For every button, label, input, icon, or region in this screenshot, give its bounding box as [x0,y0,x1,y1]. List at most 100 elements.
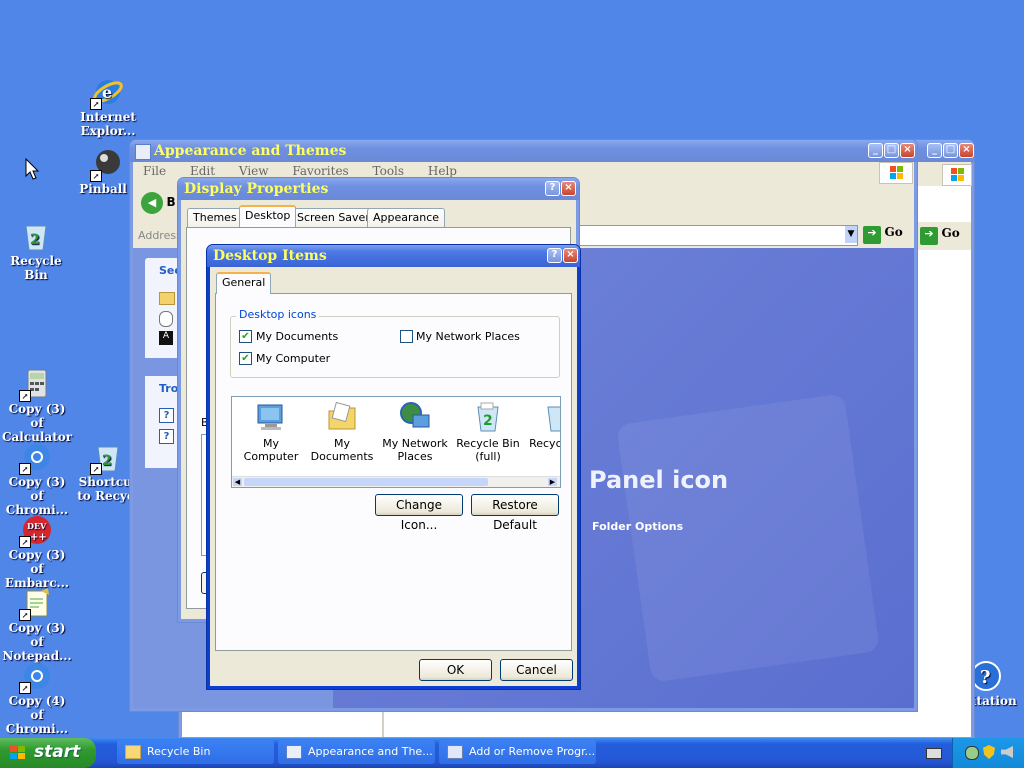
close-button[interactable]: × [959,143,974,158]
network-icon[interactable] [965,746,979,760]
icon-item-recycle-bin-full[interactable]: 2 Recycle Bin (full) [452,401,524,463]
address-dropdown-button[interactable]: ▼ [845,226,857,243]
fonts-icon: A [159,331,173,345]
desktop-icon-calculator[interactable]: ↗ Copy (3) of Calculator [0,368,74,444]
desktop-icon-embarcadero[interactable]: DEV ++ ↗ Copy (3) of Embarc... [0,514,74,590]
recycle-bin-icon: 2 [20,220,52,252]
svg-text:++: ++ [30,532,47,543]
mouse-cursor-icon [25,157,40,183]
volume-icon[interactable] [1001,746,1013,758]
change-icon-button[interactable]: Change Icon... [375,494,463,532]
scroll-left-button[interactable]: ◀ [233,478,242,486]
maximize-button[interactable]: □ [943,143,958,158]
tab-appearance[interactable]: Appearance [367,208,446,227]
ok-button[interactable]: OK [419,659,492,681]
mouse-icon [159,311,173,327]
back-button[interactable]: ◀ B [141,192,176,214]
go-label: Go [884,225,903,239]
taskbar-item-appearance[interactable]: Appearance and The... [278,740,435,764]
icon-item-my-network-places[interactable]: My Network Places [379,401,451,463]
desktop-icon-label: Recycle Bin [10,254,62,282]
svg-text:DEV: DEV [27,521,47,531]
restore-default-button[interactable]: Restore Default [471,494,559,532]
icon-list[interactable]: My Computer My Documents My Network Plac… [231,396,561,488]
menu-help[interactable]: Help [428,164,457,178]
menu-view[interactable]: View [239,164,269,178]
desktop-icon-internet-explorer[interactable]: e ↗ Internet Explor... [70,76,146,138]
scroll-right-button[interactable]: ▶ [548,478,557,486]
horizontal-scrollbar[interactable]: ◀ ▶ [232,476,560,487]
start-button[interactable]: start [0,738,96,768]
maximize-button[interactable]: □ [884,143,899,158]
recycle-bin-full-icon: 2 [472,401,504,433]
desktop-icon-label: Copy (3) of Embarc... [4,548,70,590]
go-button[interactable]: ➔ Go [920,226,970,246]
taskbar-item-label: Appearance and The... [308,745,433,758]
tab-panel: Desktop icons ✔ My Documents My Network … [215,293,572,651]
desktop-icon-chromium-1[interactable]: ↗ Copy (3) of Chromi... [0,441,74,517]
icon-item-my-documents[interactable]: My Documents [306,401,378,463]
title-bar[interactable]: Display Properties ? × [178,178,579,200]
tab-themes[interactable]: Themes [187,208,243,227]
desktop-icons-group [230,316,560,378]
tab-general[interactable]: General [216,272,272,294]
close-button[interactable]: × [563,248,578,263]
recycle-bin-empty-icon [542,401,560,433]
back-arrow-icon: ◀ [141,192,163,214]
menu-file[interactable]: File [143,164,166,178]
my-computer-checkbox[interactable]: ✔ [239,352,252,365]
folder-icon [125,745,141,759]
my-network-places-checkbox[interactable] [400,330,413,343]
folder-icon [286,745,302,759]
help-button[interactable]: ? [547,248,562,263]
icon-item-label: My Documents [310,437,374,463]
chromium-icon: ↗ [19,441,53,475]
security-shield-icon[interactable] [983,745,995,759]
minimize-button[interactable]: _ [927,143,942,158]
close-button[interactable]: × [900,143,915,158]
icon-item-label: Recycle Bin (full) [456,437,520,463]
icon-item-recycle-bin-empty[interactable]: Recyc (em [522,401,561,450]
folder-options-link[interactable]: Folder Options [592,520,683,533]
close-button[interactable]: × [561,181,576,196]
tab-screen-saver[interactable]: Screen Saver [291,208,376,227]
keyboard-icon[interactable] [926,748,942,759]
menu-tools[interactable]: Tools [373,164,405,178]
help-button[interactable]: ? [545,181,560,196]
cancel-button[interactable]: Cancel [500,659,573,681]
system-tray [952,738,1024,768]
chromium-icon: ↗ [19,660,53,694]
desktop-icon-notepad[interactable]: ↗ Copy (3) of Notepad... [0,587,74,663]
desktop-icon-recycle-bin[interactable]: 2 Recycle Bin [0,220,72,282]
menu-favorites[interactable]: Favorites [292,164,348,178]
title-bar[interactable]: Desktop Items ? × [207,245,580,267]
pinball-icon: ↗ [90,148,124,182]
menu-edit[interactable]: Edit [190,164,215,178]
svg-text:?: ? [980,667,991,688]
taskbar-item-label: Recycle Bin [147,745,211,758]
my-computer-icon [255,401,287,433]
watermark-checkmark-icon [616,393,880,683]
desktop-icons-group-label: Desktop icons [236,308,320,321]
my-network-places-checkbox-label: My Network Places [416,330,520,343]
minimize-button[interactable]: _ [868,143,883,158]
my-documents-checkbox[interactable]: ✔ [239,330,252,343]
desktop-items-dialog[interactable]: Desktop Items ? × General Desktop icons … [206,244,581,690]
taskbar-item-add-remove[interactable]: Add or Remove Progr... [439,740,596,764]
title-bar[interactable]: Appearance and Themes _ □ × [130,140,917,162]
my-documents-icon [326,401,358,433]
scroll-thumb[interactable] [244,478,488,486]
troubleshoot-label: Tro [159,382,179,395]
internet-explorer-icon: e ↗ [90,76,124,110]
tab-desktop[interactable]: Desktop [239,205,297,227]
icon-item-my-computer[interactable]: My Computer [235,401,307,463]
go-button[interactable]: ➔ Go [863,225,913,245]
desktop-icon-label: Copy (3) of Calculator [1,402,73,444]
address-label: Address [138,229,182,242]
taskbar-item-recycle-bin[interactable]: Recycle Bin [117,740,274,764]
windows-flag-icon [10,746,26,763]
icon-item-label: Recyc (em [529,437,561,450]
dialog-title: Desktop Items [213,248,327,264]
my-documents-checkbox-label: My Documents [256,330,339,343]
desktop-icon-chromium-2[interactable]: ↗ Copy (4) of Chromi... [0,660,74,736]
